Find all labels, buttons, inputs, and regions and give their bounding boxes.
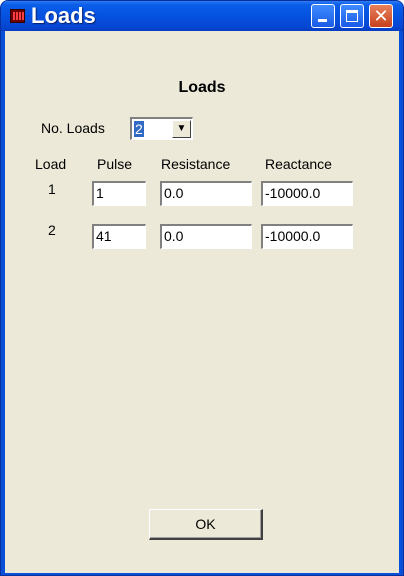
pulse-field-1[interactable]: 1: [92, 181, 146, 206]
num-loads-dropdown[interactable]: 2 ▼: [130, 117, 193, 140]
reactance-field-1[interactable]: -10000.0: [261, 181, 353, 206]
resistance-field-1[interactable]: 0.0: [160, 181, 252, 206]
close-button[interactable]: ✕: [369, 4, 393, 28]
minimize-button[interactable]: [311, 4, 335, 28]
load-number-1: 1: [48, 181, 56, 197]
load-number-2: 2: [48, 222, 56, 238]
ok-button[interactable]: OK: [149, 509, 263, 540]
close-icon: ✕: [373, 6, 389, 26]
column-header-load: Load: [35, 156, 67, 172]
resistance-field-2[interactable]: 0.0: [160, 224, 252, 249]
column-header-resistance: Resistance: [161, 156, 231, 172]
dialog-heading: Loads: [178, 79, 226, 96]
num-loads-value: 2: [134, 121, 144, 137]
maximize-icon: [346, 10, 358, 22]
window-title: Loads: [31, 3, 96, 28]
maximize-button[interactable]: [340, 4, 364, 28]
reactance-field-2[interactable]: -10000.0: [261, 224, 353, 249]
column-header-pulse: Pulse: [97, 156, 133, 172]
minimize-icon: [318, 19, 327, 22]
dialog-body: Loads No. Loads 2 ▼ Load Pulse Resistanc…: [5, 31, 399, 573]
loads-window: Loads ✕ Loads No. Loads 2 ▼ Load Pulse R…: [0, 0, 404, 576]
title-bar[interactable]: Loads ✕: [1, 1, 403, 31]
pulse-field-2[interactable]: 41: [92, 224, 146, 249]
num-loads-label: No. Loads: [41, 120, 105, 136]
app-icon: [10, 9, 25, 23]
chevron-down-icon[interactable]: ▼: [172, 120, 191, 138]
column-header-reactance: Reactance: [265, 156, 332, 172]
